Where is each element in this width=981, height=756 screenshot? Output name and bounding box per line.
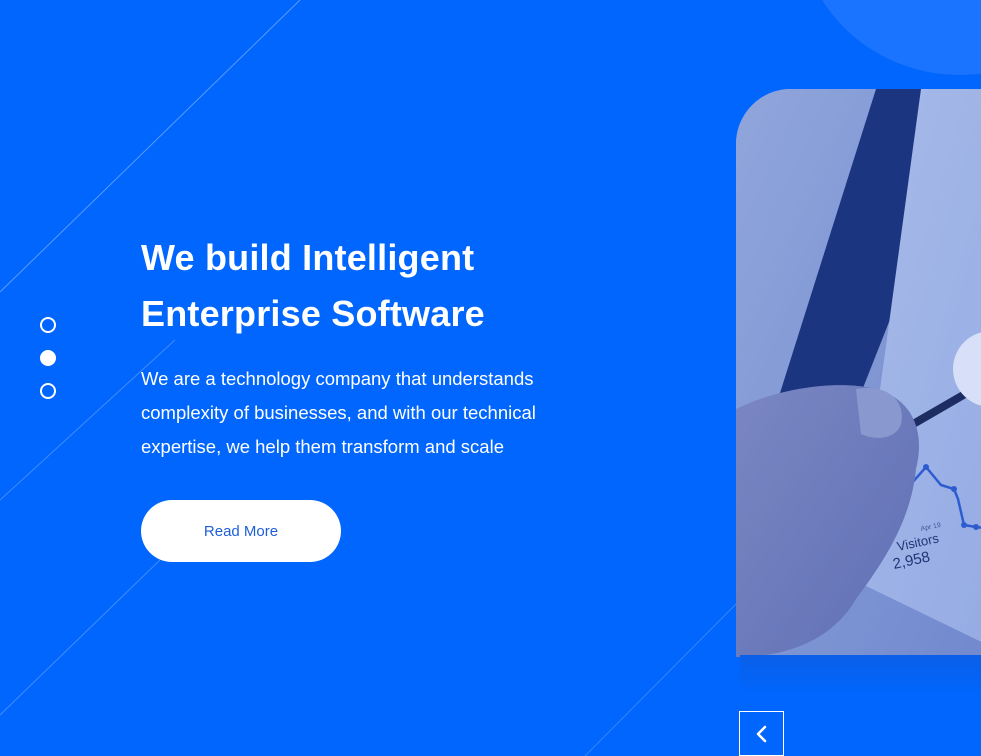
hero-description: We are a technology company that underst… [141,362,621,464]
description-line-2: complexity of businesses, and with our t… [141,402,536,423]
headline-line-1: We build Intelligent [141,237,475,278]
decorative-circle [800,0,981,75]
tablet-analytics-illustration: Visitors 2,958 Apr 19 [736,89,981,657]
headline-line-2: Enterprise Software [141,293,485,334]
slide-dot-1[interactable] [40,317,56,333]
slide-indicators [40,317,58,416]
hero-photo: Visitors 2,958 Apr 19 [736,89,981,657]
prev-slide-button[interactable] [739,711,784,756]
read-more-button[interactable]: Read More [141,500,341,562]
slide-dot-3[interactable] [40,383,56,399]
photo-shadow [740,655,981,695]
chevron-left-icon [756,725,766,742]
description-line-1: We are a technology company that underst… [141,368,534,389]
hero-headline: We build Intelligent Enterprise Software [141,230,661,342]
description-line-3: expertise, we help them transform and sc… [141,436,504,457]
hero-section: We build Intelligent Enterprise Software… [0,0,981,756]
slide-dot-2[interactable] [40,350,56,366]
